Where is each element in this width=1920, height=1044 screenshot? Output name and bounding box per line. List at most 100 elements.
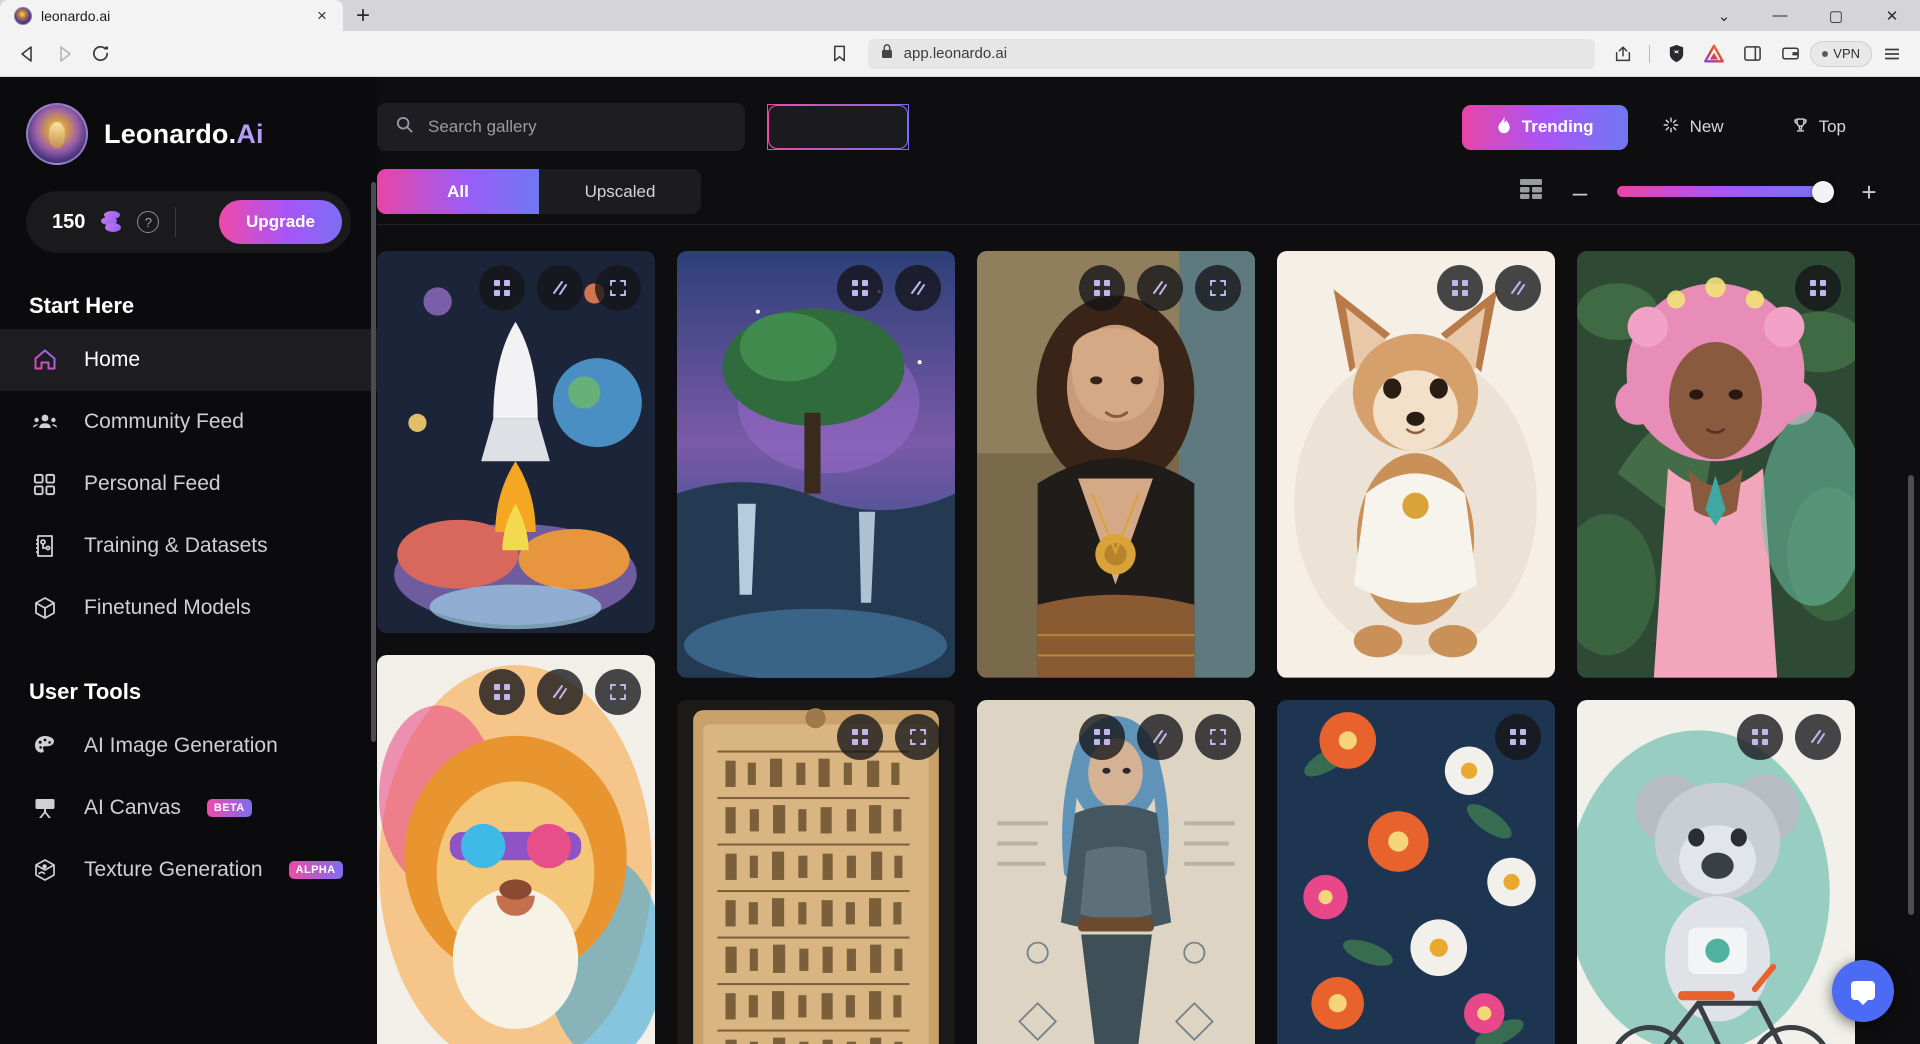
expand-arrows-icon[interactable] (895, 713, 941, 760)
tab-search-icon[interactable]: ⌄ (1696, 0, 1752, 31)
gallery-masonry-grid (377, 251, 1855, 1044)
vpn-status-dot (1822, 50, 1829, 57)
sidebar-panel-icon[interactable] (1734, 36, 1770, 72)
coins-icon (98, 211, 124, 233)
search-icon (395, 115, 414, 139)
sidebar-item-personal-feed[interactable]: Personal Feed (0, 453, 377, 515)
address-bar[interactable]: app.leonardo.ai (867, 38, 1596, 69)
card-action-group (1079, 265, 1241, 311)
gallery-card-chihuahua-dog-watercolor-portrait[interactable] (1277, 251, 1555, 678)
variation-slash-icon[interactable] (1137, 265, 1183, 311)
back-icon[interactable] (10, 36, 46, 72)
search-input[interactable]: Search gallery (377, 103, 745, 151)
expand-arrows-icon[interactable] (1195, 713, 1241, 760)
variation-slash-icon[interactable] (537, 265, 583, 311)
gallery-card-floral-pattern-orange-flowers[interactable] (1277, 699, 1555, 1044)
upgrade-button[interactable]: Upgrade (219, 200, 342, 244)
brand[interactable]: Leonardo.Ai (0, 77, 377, 165)
zoom-out-button[interactable]: – (1569, 179, 1591, 205)
sidebar-item-home[interactable]: Home (0, 329, 377, 391)
brave-lion-icon[interactable] (1658, 36, 1694, 72)
gallery-card-egyptian-hieroglyph-papyrus-scroll[interactable] (677, 699, 955, 1044)
status-badge: ALPHA (288, 861, 343, 879)
zoom-slider[interactable] (1617, 180, 1834, 203)
sidebar-item-texture-generation[interactable]: Texture Generation ALPHA (0, 839, 377, 901)
browser-tab-bar: leonardo.ai × + ⌄ — ▢ ✕ (0, 0, 1920, 31)
sidebar-scrollbar[interactable] (371, 182, 376, 742)
tab-all[interactable]: All (377, 169, 539, 214)
remix-grid-icon[interactable] (1737, 713, 1783, 760)
sidebar-item-ai-canvas[interactable]: AI Canvas BETA (0, 777, 377, 839)
maximize-button[interactable]: ▢ (1808, 0, 1864, 31)
variation-slash-icon[interactable] (895, 265, 941, 311)
variation-slash-icon[interactable] (1495, 265, 1541, 311)
sidebar-item-label: Personal Feed (84, 472, 221, 495)
tab-top[interactable]: Top (1758, 105, 1880, 150)
sidebar-section-start-here-title: Start Here (29, 293, 135, 318)
remix-grid-icon[interactable] (1795, 265, 1841, 311)
share-icon[interactable] (1605, 36, 1641, 72)
remix-grid-icon[interactable] (1079, 265, 1125, 311)
card-action-group (1495, 713, 1541, 760)
hamburger-menu-icon[interactable] (1874, 36, 1910, 72)
browser-tab[interactable]: leonardo.ai × (0, 0, 343, 31)
sort-tabs: Trending New Top (1461, 104, 1880, 150)
brave-triangle-icon[interactable] (1696, 36, 1732, 72)
remix-grid-icon[interactable] (837, 265, 883, 311)
tab-title: leonardo.ai (41, 7, 111, 24)
expand-arrows-icon[interactable] (595, 669, 641, 716)
brand-name-main: Leonardo. (104, 118, 237, 149)
intercom-chat-icon[interactable] (1832, 960, 1894, 1022)
sidebar-item-ai-image-generation[interactable]: AI Image Generation (0, 715, 377, 777)
gallery-card-blue-haired-warrior-woman-concept-art[interactable] (977, 699, 1255, 1044)
remix-grid-icon[interactable] (479, 265, 525, 311)
grid-layout-icon[interactable] (1519, 178, 1543, 205)
wallet-icon[interactable] (1772, 36, 1808, 72)
expand-arrows-icon[interactable] (595, 265, 641, 311)
window-controls: ⌄ — ▢ ✕ (1696, 0, 1920, 31)
close-icon[interactable]: × (311, 5, 333, 27)
remix-grid-icon[interactable] (1495, 713, 1541, 760)
credits-divider (175, 207, 177, 237)
remix-grid-icon[interactable] (479, 669, 525, 716)
gallery-card-lion-colorful-sunglasses-illustration[interactable] (377, 655, 655, 1044)
gallery-card-cosmic-tree-waterfall-landscape[interactable] (677, 251, 955, 678)
variation-slash-icon[interactable] (537, 669, 583, 716)
window-close-button[interactable]: ✕ (1864, 0, 1920, 31)
expand-arrows-icon[interactable] (1195, 265, 1241, 311)
vpn-button[interactable]: VPN (1810, 40, 1873, 67)
home-icon (31, 347, 58, 374)
gallery-card-bohemian-woman-portrait-beach[interactable] (977, 251, 1255, 678)
tab-new[interactable]: New (1628, 105, 1758, 150)
remix-grid-icon[interactable] (1079, 713, 1125, 760)
sidebar-item-label: Texture Generation (84, 858, 263, 881)
gallery-scroll-area[interactable] (377, 225, 1920, 1044)
gallery-card-koala-on-bicycle-illustration[interactable] (1577, 699, 1855, 1044)
variation-slash-icon[interactable] (1137, 713, 1183, 760)
remix-grid-icon[interactable] (1437, 265, 1483, 311)
zoom-slider-handle[interactable] (1812, 180, 1834, 203)
sidebar-item-label: Training & Datasets (84, 534, 268, 557)
main-scrollbar[interactable] (1908, 475, 1914, 915)
sidebar-item-training-datasets[interactable]: Training & Datasets (0, 515, 377, 577)
sidebar-item-finetuned-models[interactable]: Finetuned Models (0, 577, 377, 639)
tab-trending[interactable]: Trending (1461, 104, 1628, 150)
minimize-button[interactable]: — (1752, 0, 1808, 31)
toolbar-row-filters: All Upscaled – + (377, 169, 1880, 224)
bookmark-icon[interactable] (822, 36, 858, 72)
zoom-in-button[interactable]: + (1858, 179, 1880, 205)
card-action-group (1737, 713, 1841, 760)
gallery-card-pink-hair-fairy-woman-portrait[interactable] (1577, 251, 1855, 678)
reload-icon[interactable] (82, 36, 118, 72)
remix-grid-icon[interactable] (837, 713, 883, 760)
zoom-controls: – + (1519, 178, 1880, 205)
search-button[interactable]: Search (767, 104, 909, 150)
grid-squares-icon (31, 471, 58, 498)
question-circle-icon[interactable]: ? (137, 211, 160, 233)
tab-upscaled[interactable]: Upscaled (539, 169, 701, 214)
variation-slash-icon[interactable] (1795, 713, 1841, 760)
sidebar-item-label: Community Feed (84, 410, 244, 433)
gallery-card-space-shuttle-launch-illustration[interactable] (377, 251, 655, 634)
sidebar-item-community-feed[interactable]: Community Feed (0, 391, 377, 453)
new-tab-button[interactable]: + (343, 0, 383, 31)
